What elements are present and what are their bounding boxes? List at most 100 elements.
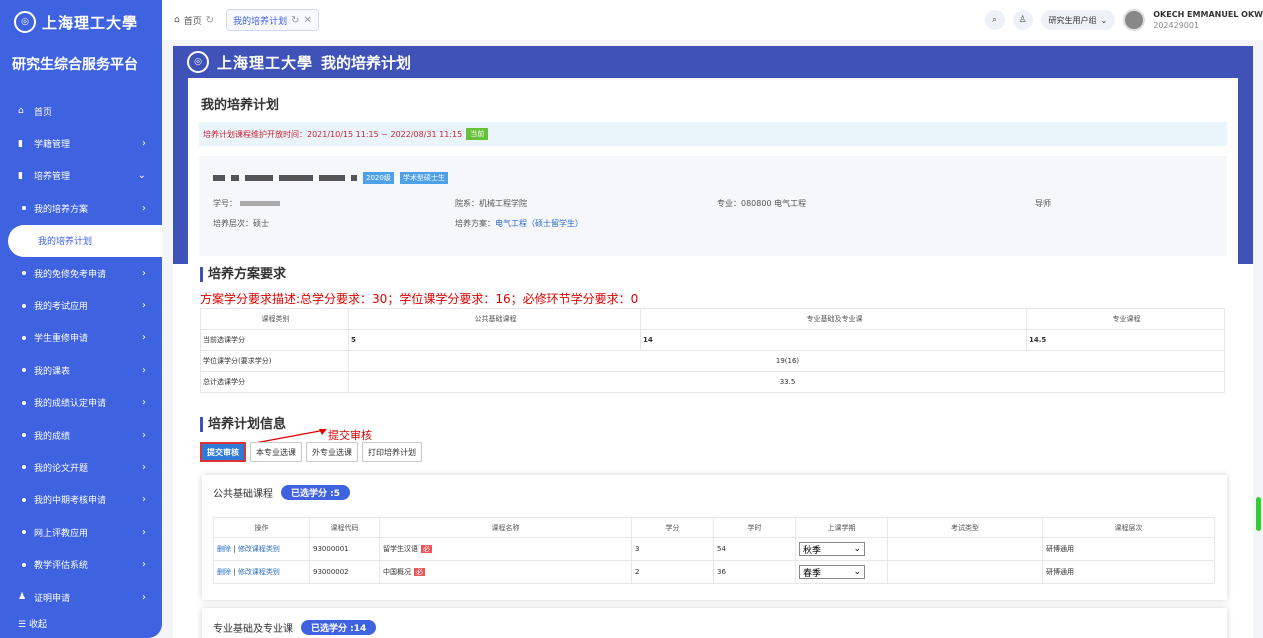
column-header: 考试类型	[887, 517, 1043, 538]
collapse-button[interactable]: ☰ 收起	[18, 617, 47, 630]
sidebar-item[interactable]: ▮ 培养管理 ⌄	[0, 160, 162, 192]
modify-category-link[interactable]: 修改课程类别	[238, 568, 280, 576]
sidebar-item-label: 证明申请	[34, 593, 71, 604]
sidebar-menu: ⌂ 首页 ▮ 学籍管理 › ▮ 培养管理 ⌄ 我的培养方案 › 我的培养计划我的免修免考申请 › 我的考…	[0, 95, 162, 613]
course-code: 93000002	[309, 560, 380, 584]
bullet-icon	[22, 368, 26, 373]
sidebar-item[interactable]: 我的成绩 ›	[0, 419, 162, 451]
plan-link[interactable]: 电气工程（硕士留学生）	[495, 219, 583, 228]
column-header: 操作	[213, 517, 310, 538]
course-group-title: 公共基础课程	[213, 489, 273, 500]
bullet-icon	[22, 271, 26, 276]
university-seal-icon: ◎	[187, 51, 209, 73]
sidebar-item[interactable]: 我的培养计划	[8, 224, 162, 257]
sidebar-item[interactable]: 我的考试应用 ›	[0, 289, 162, 321]
print-plan-button[interactable]: 打印培养计划	[362, 442, 422, 462]
bullet-icon	[22, 530, 26, 535]
table-row: 删除 | 修改课程类别 93000002 中国概况必 2 36 春季 ⌄ 研博通用	[213, 560, 1215, 584]
public-courses-card: 公共基础课程 已选学分 :5 操作 课程代码 课程名称 学分 学时 上课学期 考试类型 课程层…	[202, 475, 1227, 600]
bullet-icon	[22, 206, 26, 211]
chevron-down-icon: ⌄	[853, 544, 861, 554]
major-courses-card: 专业基础及专业课 已选学分 :14	[202, 608, 1227, 638]
sidebar-item-label: 我的成绩	[34, 431, 71, 442]
person-icon: ♟	[18, 592, 27, 603]
refresh-icon[interactable]: ↻	[291, 15, 299, 26]
sidebar-item[interactable]: 我的论文开题 ›	[0, 451, 162, 483]
scrollbar[interactable]	[1256, 497, 1261, 531]
table-row: 删除 | 修改课程类别 93000001 留学生汉语必 3 54 秋季 ⌄ 研博通用	[213, 537, 1215, 561]
student-no: 学号：	[213, 198, 280, 209]
course-level: 研博通用	[1042, 560, 1215, 584]
external-course-select-button[interactable]: 外专业选课	[306, 442, 358, 462]
bullet-icon	[22, 465, 26, 470]
university-seal-icon: ◎	[14, 11, 36, 33]
sidebar-item[interactable]: 我的培养方案 ›	[0, 192, 162, 224]
sidebar-item[interactable]: 网上评教应用 ›	[0, 516, 162, 548]
bullet-icon	[22, 303, 26, 308]
column-header: 学时	[713, 517, 796, 538]
chevron-icon: ›	[142, 461, 146, 473]
page-banner: ◎ 上海理工大學 我的培养计划 我的培养计划 培养计划课程维护开放时间：2021…	[173, 46, 1253, 264]
main-content: ◎ 上海理工大學 我的培养计划 我的培养计划 培养计划课程维护开放时间：2021…	[173, 46, 1253, 638]
banner-logo-text: 上海理工大學	[217, 53, 314, 72]
masked-student-name: 2020级 学术型硕士生	[213, 172, 448, 184]
column-header: 上课学期	[795, 517, 888, 538]
sidebar-item[interactable]: 我的成绩认定申请 ›	[0, 387, 162, 419]
sidebar-item-label: 我的中期考核申请	[34, 496, 107, 507]
shirt-icon[interactable]: ♙	[1012, 10, 1033, 30]
search-icon[interactable]: ⌕	[984, 10, 1005, 30]
course-name: 留学生汉语	[383, 545, 418, 553]
close-icon[interactable]: ✕	[304, 15, 312, 26]
chevron-icon: ›	[142, 526, 146, 538]
user-id: 202429001	[1153, 21, 1200, 30]
sidebar-item-label: 我的课表	[34, 366, 71, 377]
home-icon: ⌂	[174, 15, 180, 25]
column-header: 学分	[631, 517, 714, 538]
chevron-down-icon: ⌄	[853, 567, 861, 577]
credit: 2	[631, 560, 714, 584]
chevron-icon: ›	[142, 494, 146, 506]
chevron-icon: ›	[142, 300, 146, 312]
sidebar-item[interactable]: ♟ 证明申请 ›	[0, 581, 162, 613]
sidebar-item-label: 学生重修申请	[34, 334, 89, 345]
exam-type	[887, 537, 1043, 561]
sidebar-item[interactable]: 我的免修免考申请 ›	[0, 257, 162, 289]
sidebar-item-label: 我的培养计划	[38, 237, 93, 248]
banner-title: 我的培养计划	[321, 53, 412, 72]
bullet-icon	[22, 400, 26, 405]
major-course-select-button[interactable]: 本专业选课	[250, 442, 302, 462]
university-logo: ◎ 上海理工大學	[0, 0, 162, 44]
sidebar-item[interactable]: 我的中期考核申请 ›	[0, 484, 162, 516]
column-header: 课程层次	[1042, 517, 1215, 538]
delete-link[interactable]: 删除	[217, 568, 231, 576]
term-select[interactable]: 秋季 ⌄	[799, 542, 865, 556]
sidebar-item[interactable]: 我的课表 ›	[0, 354, 162, 386]
hours: 36	[713, 560, 796, 584]
course-group-title: 专业基础及专业课	[213, 624, 293, 635]
avatar[interactable]	[1123, 9, 1146, 31]
sidebar-item[interactable]: ▮ 学籍管理 ›	[0, 127, 162, 159]
sidebar-item[interactable]: ⌂ 首页	[0, 95, 162, 127]
user-group-select[interactable]: 研究生用户组 ⌄	[1040, 10, 1116, 30]
modify-category-link[interactable]: 修改课程类别	[238, 545, 280, 553]
sidebar-item-label: 网上评教应用	[34, 528, 89, 539]
bullet-icon	[22, 562, 26, 567]
exam-type	[887, 560, 1043, 584]
university-name: 上海理工大學	[42, 13, 139, 32]
status-badge: 当前	[466, 128, 489, 140]
requirements-section: 培养方案要求	[200, 267, 286, 282]
submit-review-button[interactable]: 提交审核	[200, 442, 246, 462]
chevron-icon: ⌄	[137, 170, 146, 182]
tab-home[interactable]: ⌂ 首页 ↻	[168, 9, 220, 31]
student-info: 2020级 学术型硕士生 学号： 院系：机械工程学院 专业：080800 电气工…	[199, 156, 1227, 256]
term-select[interactable]: 春季 ⌄	[799, 565, 865, 579]
sidebar-item[interactable]: 学生重修申请 ›	[0, 322, 162, 354]
refresh-icon[interactable]: ↻	[206, 15, 214, 26]
user-area: ⌕ ♙ 研究生用户组 ⌄ OKECH EMMANUEL OKW 20242900…	[984, 0, 1263, 40]
chevron-icon: ›	[142, 332, 146, 344]
required-badge: 必	[421, 545, 432, 553]
delete-link[interactable]: 删除	[217, 545, 231, 553]
sidebar-item[interactable]: 教学评估系统 ›	[0, 548, 162, 580]
tab-my-plan[interactable]: 我的培养计划 ↻ ✕	[226, 9, 319, 31]
bullet-icon	[22, 497, 26, 502]
